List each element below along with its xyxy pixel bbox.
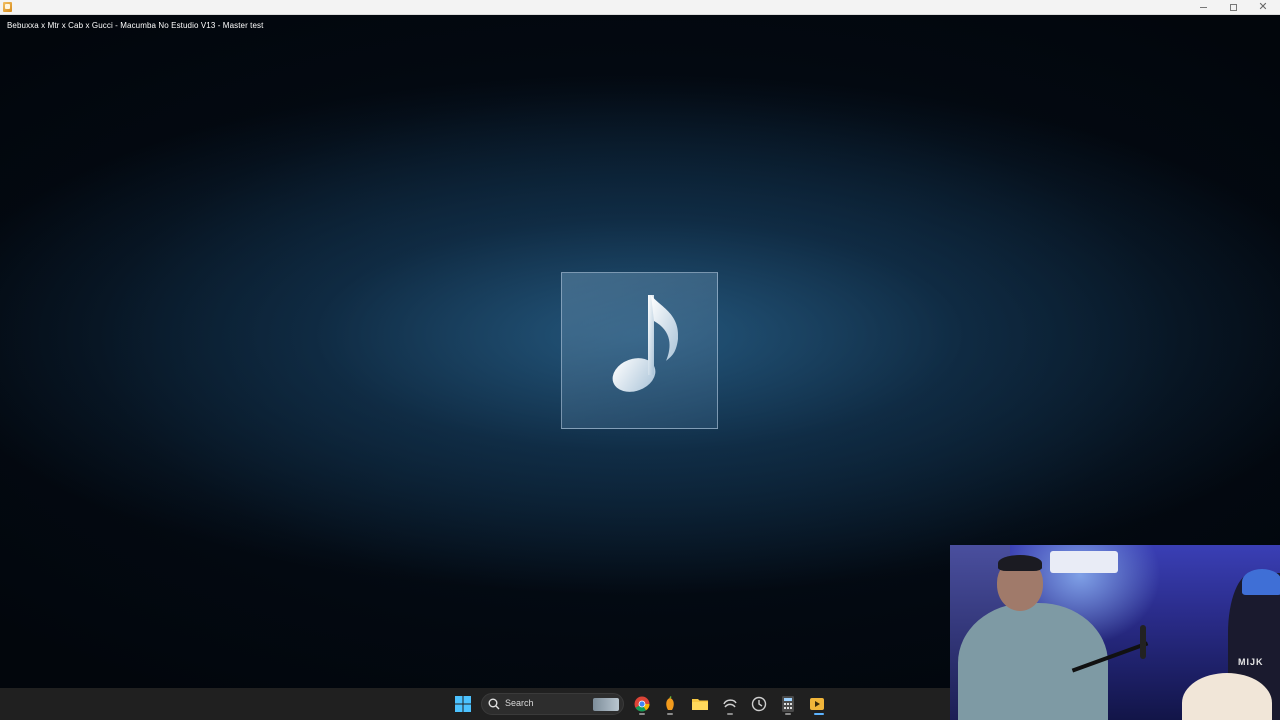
- app-clock[interactable]: [749, 694, 769, 714]
- air-conditioner: [1050, 551, 1118, 573]
- neon-sign: MIJK: [1238, 657, 1264, 667]
- music-note-icon: [612, 295, 679, 392]
- close-icon: ✕: [1258, 1, 1268, 13]
- folder-icon: [692, 699, 708, 710]
- search-label: Search: [505, 698, 534, 708]
- chrome-app[interactable]: [632, 694, 652, 714]
- taskbar-search[interactable]: Search: [481, 693, 624, 715]
- clock-icon: [751, 696, 767, 712]
- media-player-icon: [810, 698, 824, 710]
- restore-icon: [1229, 4, 1237, 11]
- window-titlebar[interactable]: ✕: [0, 0, 1280, 15]
- minimize-button[interactable]: [1188, 0, 1218, 15]
- blue-hat: [1242, 569, 1280, 595]
- calculator-app[interactable]: [778, 694, 798, 714]
- search-icon: [488, 698, 500, 710]
- fl-running-indicator: [667, 713, 673, 715]
- app-swirl[interactable]: [720, 694, 740, 714]
- calculator-running-indicator: [785, 713, 791, 715]
- restore-button[interactable]: [1218, 0, 1248, 15]
- calculator-icon: [782, 696, 794, 712]
- close-button[interactable]: ✕: [1248, 0, 1278, 15]
- media-player-app[interactable]: [807, 694, 827, 714]
- person-hair: [998, 555, 1042, 571]
- webcam-overlay: MIJK: [950, 545, 1280, 720]
- app-icon: [3, 2, 12, 12]
- fruit-icon: [666, 696, 674, 710]
- swirl-running-indicator: [727, 713, 733, 715]
- file-explorer-app[interactable]: [690, 694, 710, 714]
- fl-studio-app[interactable]: [660, 694, 680, 714]
- album-art-placeholder: [561, 272, 718, 429]
- media-title: Bebuxxa x Mtr x Cab x Gucci - Macumba No…: [7, 21, 264, 30]
- start-button[interactable]: [453, 694, 473, 714]
- search-highlight-art: [593, 698, 619, 711]
- swirl-icon: [723, 699, 737, 708]
- media-player-active-indicator: [814, 713, 824, 715]
- microphone: [1140, 625, 1146, 659]
- minimize-icon: [1199, 7, 1207, 8]
- person-hoodie: [958, 603, 1108, 720]
- chrome-icon: [634, 696, 650, 712]
- chrome-running-indicator: [639, 713, 645, 715]
- windows-logo-icon: [455, 696, 471, 712]
- taskbar: Search: [0, 688, 950, 720]
